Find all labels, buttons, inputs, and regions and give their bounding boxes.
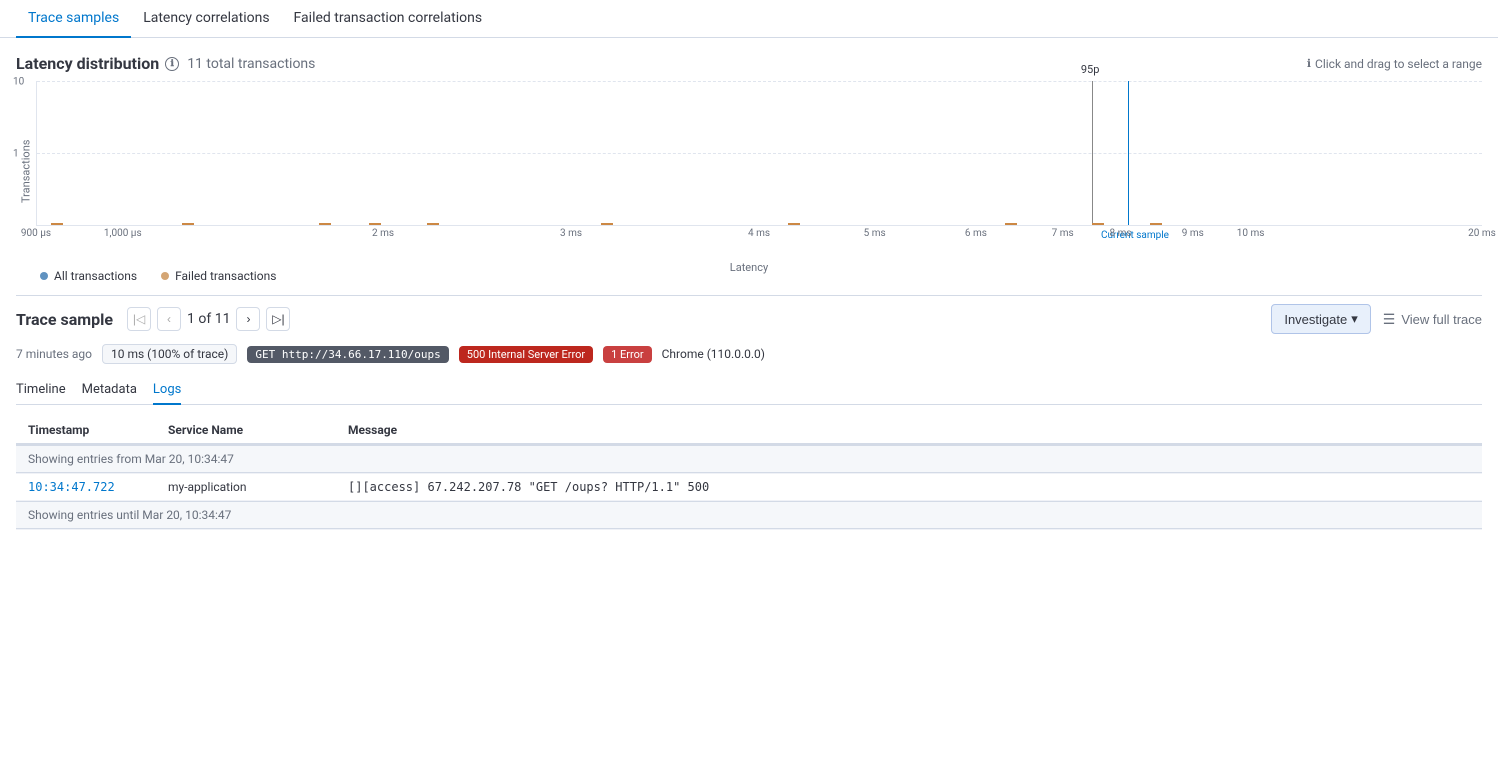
x-label-4ms: 4 ms (748, 228, 770, 239)
log-entries-until-row: Showing entries until Mar 20, 10:34:47 (16, 501, 1482, 530)
error-count-badge: 1 Error (603, 346, 652, 363)
bar-9 (1092, 223, 1104, 225)
log-service-1: my-application (168, 480, 246, 494)
main-content: Latency distribution ℹ 11 total transact… (0, 38, 1498, 546)
showing-entries-until: Showing entries until Mar 20, 10:34:47 (16, 501, 1482, 529)
log-timestamp-1: 10:34:47.722 (28, 480, 115, 494)
x-label-9ms: 9 ms (1182, 228, 1204, 239)
col-service-name: Service Name (156, 417, 336, 444)
bar-1 (51, 223, 63, 225)
total-tx-count: 11 total transactions (187, 56, 315, 72)
bar-5 (427, 223, 439, 225)
bar-4 (369, 223, 381, 225)
trace-sample-title: Trace sample (16, 310, 113, 329)
latency-chart[interactable]: Transactions 10 1 95p Current sample (16, 81, 1482, 261)
nav-total: 11 (215, 311, 231, 327)
nav-of: of (198, 311, 214, 327)
latency-title: Latency distribution ℹ (16, 54, 179, 73)
nav-last-btn[interactable]: ▷| (266, 307, 290, 331)
nav-prev-btn[interactable]: ‹ (157, 307, 181, 331)
investigate-label: Investigate (1284, 312, 1347, 327)
x-label-1000us: 1,000 µs (104, 228, 142, 239)
log-message-1: [][access] 67.242.207.78 "GET /oups? HTT… (348, 480, 709, 494)
tab-latency-correlations[interactable]: Latency correlations (131, 0, 281, 38)
bar-6 (601, 223, 613, 225)
sub-tab-logs[interactable]: Logs (153, 376, 181, 405)
x-label-2ms: 2 ms (372, 228, 394, 239)
tab-failed-tx-correlations[interactable]: Failed transaction correlations (282, 0, 495, 38)
main-tabs-bar: Trace samples Latency correlations Faile… (0, 0, 1498, 38)
drag-hint-icon: ℹ (1307, 57, 1311, 70)
status-badge: 500 Internal Server Error (459, 346, 593, 363)
logs-table: Timestamp Service Name Message Showing e… (16, 417, 1482, 530)
bar-3 (319, 223, 331, 225)
bar-10 (1150, 223, 1162, 225)
nav-current: 1 (187, 311, 195, 327)
showing-entries-from: Showing entries from Mar 20, 10:34:47 (16, 445, 1482, 473)
x-label-8ms: 8 ms (1109, 228, 1131, 239)
logs-section: Timestamp Service Name Message Showing e… (16, 417, 1482, 530)
latency-title-text: Latency distribution (16, 54, 159, 73)
latency-info-icon[interactable]: ℹ (165, 57, 179, 71)
drag-hint: ℹ Click and drag to select a range (1307, 57, 1482, 71)
investigate-button[interactable]: Investigate ▾ (1271, 304, 1370, 334)
latency-section-header: Latency distribution ℹ 11 total transact… (16, 54, 1482, 73)
trace-sample-header: Trace sample |◁ ‹ 1 of 11 › ▷| Investiga… (16, 295, 1482, 334)
sub-tab-metadata[interactable]: Metadata (82, 376, 137, 405)
log-entries-from-row: Showing entries from Mar 20, 10:34:47 (16, 444, 1482, 474)
nav-count: 1 of 11 (187, 311, 230, 327)
chart-area[interactable]: 10 1 95p Current sample (36, 81, 1482, 226)
x-label-6ms: 6 ms (965, 228, 987, 239)
sub-tab-timeline[interactable]: Timeline (16, 376, 66, 405)
nav-first-btn[interactable]: |◁ (127, 307, 151, 331)
sub-tabs-bar: Timeline Metadata Logs (16, 376, 1482, 405)
view-trace-label: View full trace (1401, 312, 1482, 327)
x-label-3ms: 3 ms (560, 228, 582, 239)
trace-actions: Investigate ▾ ☰ View full trace (1271, 304, 1482, 334)
bar-8 (1005, 223, 1017, 225)
browser-info: Chrome (110.0.0.0) (662, 347, 765, 361)
x-label-900us: 900 µs (21, 228, 51, 239)
95p-marker: 95p (1092, 81, 1093, 225)
x-label-5ms: 5 ms (864, 228, 886, 239)
col-message: Message (336, 417, 1482, 444)
bar-7 (788, 223, 800, 225)
current-sample-marker: Current sample (1128, 81, 1129, 225)
bar-2 (182, 223, 194, 225)
x-label-7ms: 7 ms (1052, 228, 1074, 239)
x-label-10ms: 10 ms (1237, 228, 1265, 239)
col-timestamp: Timestamp (16, 417, 156, 444)
document-icon: ☰ (1383, 311, 1396, 328)
drag-hint-text: Click and drag to select a range (1315, 57, 1482, 71)
x-axis-title: Latency (16, 261, 1482, 274)
investigate-chevron-icon: ▾ (1351, 311, 1358, 327)
time-ago: 7 minutes ago (16, 347, 92, 361)
tab-trace-samples[interactable]: Trace samples (16, 0, 131, 38)
trace-duration: 10 ms (100% of trace) (102, 344, 237, 364)
x-label-20ms: 20 ms (1468, 228, 1496, 239)
95p-label: 95p (1081, 63, 1100, 76)
trace-info-row: 7 minutes ago 10 ms (100% of trace) GET … (16, 344, 1482, 364)
log-row-1: 10:34:47.722 my-application [][access] 6… (16, 474, 1482, 501)
view-full-trace-button[interactable]: ☰ View full trace (1383, 311, 1482, 328)
nav-next-btn[interactable]: › (236, 307, 260, 331)
trace-sample-nav: Trace sample |◁ ‹ 1 of 11 › ▷| (16, 307, 290, 331)
url-badge: GET http://34.66.17.110/oups (247, 346, 448, 363)
logs-table-header: Timestamp Service Name Message (16, 417, 1482, 444)
logs-table-body: Showing entries from Mar 20, 10:34:47 10… (16, 444, 1482, 530)
